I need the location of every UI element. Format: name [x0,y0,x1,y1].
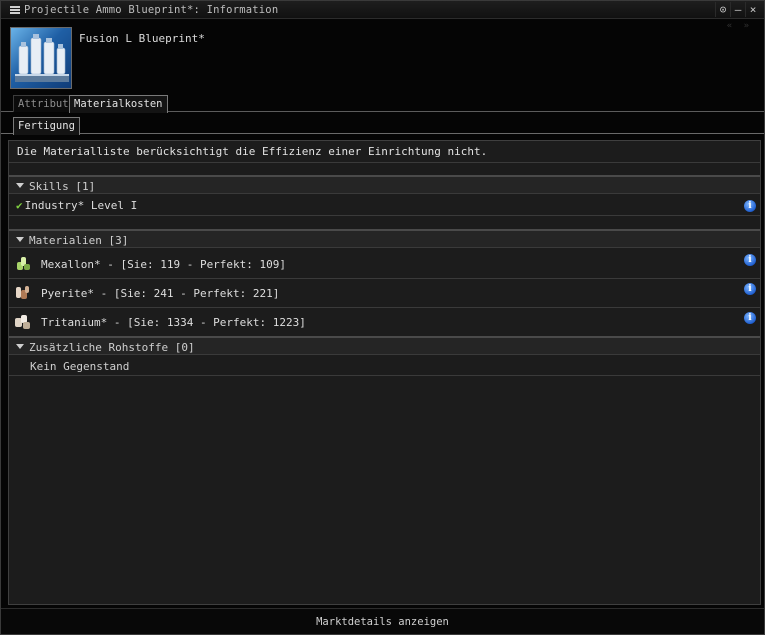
history-nav[interactable]: « » [727,21,752,31]
skills-group-label: Skills [1] [29,180,96,193]
empty-row: Kein Gegenstand [9,357,760,376]
info-icon[interactable]: i [744,312,756,324]
material-row[interactable]: Tritanium* - [Sie: 1334 - Perfekt: 1223]… [9,308,760,337]
checkmark-icon: ✔ [16,199,23,212]
minimize-icon[interactable]: – [730,2,745,17]
material-row[interactable]: Mexallon* - [Sie: 119 - Perfekt: 109] i [9,250,760,279]
collapse-triangle-icon [16,344,24,349]
material-label: Mexallon* - [Sie: 119 - Perfekt: 109] [41,257,287,271]
material-row[interactable]: Pyerite* - [Sie: 241 - Perfekt: 221] i [9,279,760,308]
item-name: Fusion L Blueprint* [79,32,205,45]
skill-label: Industry* Level I [24,199,138,212]
tab-fertigung[interactable]: Fertigung [13,117,80,135]
material-panel: Die Materialliste berücksichtigt die Eff… [8,140,761,605]
collapse-triangle-icon [16,237,24,242]
extra-group-header[interactable]: Zusätzliche Rohstoffe [0] [9,336,760,355]
window-title: Projectile Ammo Blueprint*: Information [24,3,279,16]
sub-tabs: Fertigung [1,117,764,135]
info-window: Projectile Ammo Blueprint*: Information … [0,0,765,635]
skill-row[interactable]: ✔ Industry* Level I i [9,196,760,216]
tritanium-icon [13,313,31,331]
pin-icon[interactable]: ⊙ [715,2,730,17]
extra-group-label: Zusätzliche Rohstoffe [0] [29,341,195,354]
info-icon[interactable]: i [744,200,756,212]
market-details-button[interactable]: Marktdetails anzeigen [1,609,764,635]
collapse-triangle-icon [16,183,24,188]
efficiency-notice: Die Materialliste berücksichtigt die Eff… [9,141,760,163]
title-bar[interactable]: Projectile Ammo Blueprint*: Information … [1,1,764,19]
footer-bar: Marktdetails anzeigen [1,608,764,634]
materials-group-header[interactable]: Materialien [3] [9,229,760,248]
pyerite-icon [13,284,31,302]
materials-group-label: Materialien [3] [29,234,129,247]
mexallon-icon [13,255,31,273]
menu-icon[interactable] [10,5,20,14]
info-icon[interactable]: i [744,283,756,295]
material-label: Tritanium* - [Sie: 1334 - Perfekt: 1223] [41,315,306,329]
empty-label: Kein Gegenstand [30,360,130,373]
info-icon[interactable]: i [744,254,756,266]
tab-materialkosten[interactable]: Materialkosten [69,95,168,113]
blueprint-icon[interactable] [10,27,72,89]
material-label: Pyerite* - [Sie: 241 - Perfekt: 221] [41,286,280,300]
close-icon[interactable]: × [745,2,760,17]
skills-group-header[interactable]: Skills [1] [9,175,760,194]
main-tabs: Attribute Materialkosten [1,95,764,113]
